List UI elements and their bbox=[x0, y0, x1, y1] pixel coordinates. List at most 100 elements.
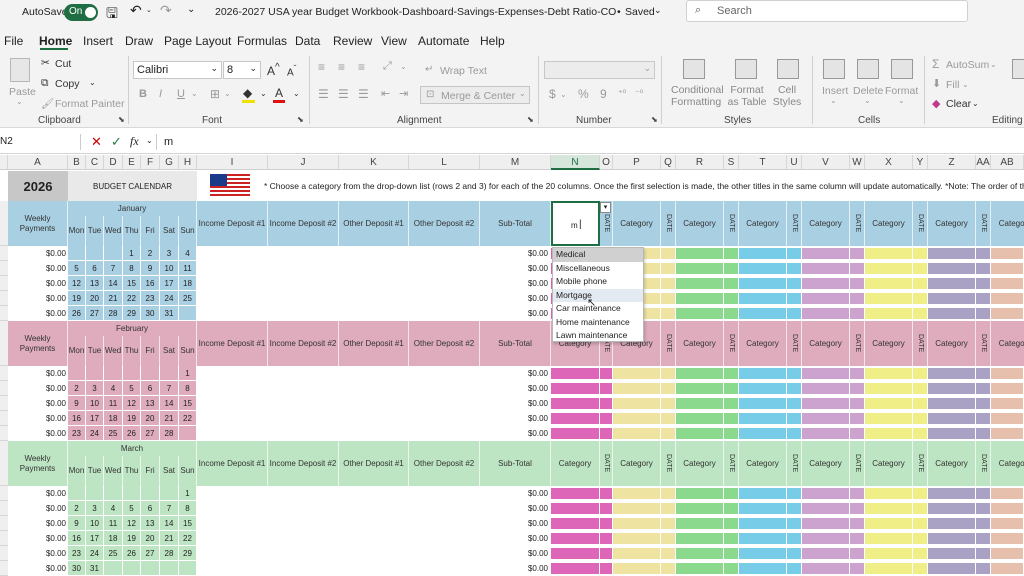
category-fill-cell[interactable] bbox=[928, 293, 976, 304]
category-fill-cell[interactable] bbox=[991, 533, 1024, 544]
category-fill-cell[interactable] bbox=[724, 563, 739, 574]
category-fill-cell[interactable] bbox=[613, 428, 661, 439]
format-painter-button[interactable]: Format Painter bbox=[55, 98, 124, 110]
italic-icon[interactable]: I bbox=[159, 88, 162, 100]
category-fill-cell[interactable] bbox=[913, 308, 928, 319]
category-header[interactable]: Category bbox=[928, 201, 976, 246]
category-fill-cell[interactable] bbox=[661, 383, 676, 394]
category-fill-cell[interactable] bbox=[850, 248, 865, 259]
category-fill-cell[interactable] bbox=[661, 548, 676, 559]
other1-header[interactable]: Other Deposit #1 bbox=[339, 321, 409, 366]
weekday-header[interactable]: Tue bbox=[86, 456, 104, 486]
weekly-amount[interactable]: $0.00 bbox=[8, 504, 66, 513]
align-middle-icon[interactable]: ≡ bbox=[338, 60, 345, 74]
calendar-day[interactable]: 20 bbox=[141, 411, 160, 426]
category-fill-cell[interactable] bbox=[787, 368, 802, 379]
category-fill-cell[interactable] bbox=[600, 413, 613, 424]
category-fill-cell[interactable] bbox=[991, 308, 1024, 319]
date-header[interactable]: DATE bbox=[661, 201, 676, 246]
category-fill-cell[interactable] bbox=[787, 383, 802, 394]
calendar-day[interactable]: 12 bbox=[123, 516, 141, 531]
other1-header[interactable]: Other Deposit #1 bbox=[339, 201, 409, 246]
weekly-amount[interactable]: $0.00 bbox=[8, 294, 66, 303]
category-header[interactable]: Category bbox=[613, 441, 661, 486]
category-fill-cell[interactable] bbox=[802, 308, 850, 319]
category-header[interactable]: Category bbox=[739, 441, 787, 486]
weekday-header[interactable]: Thu bbox=[123, 456, 141, 486]
subtotal-amount[interactable]: $0.00 bbox=[480, 414, 548, 423]
weekly-amount[interactable]: $0.00 bbox=[8, 549, 66, 558]
column-header[interactable]: I bbox=[197, 155, 268, 170]
income2-header[interactable]: Income Deposit #2 bbox=[268, 201, 339, 246]
category-fill-cell[interactable] bbox=[676, 563, 724, 574]
calendar-day[interactable]: 19 bbox=[68, 291, 86, 306]
category-fill-cell[interactable] bbox=[676, 428, 724, 439]
category-fill-cell[interactable] bbox=[976, 503, 991, 514]
category-fill-cell[interactable] bbox=[913, 488, 928, 499]
weekly-amount[interactable]: $0.00 bbox=[8, 249, 66, 258]
tab-view[interactable]: View bbox=[381, 34, 407, 48]
category-fill-cell[interactable] bbox=[802, 518, 850, 529]
category-fill-cell[interactable] bbox=[676, 488, 724, 499]
category-fill-cell[interactable] bbox=[865, 368, 913, 379]
other2-header[interactable]: Other Deposit #2 bbox=[409, 201, 480, 246]
underline-icon[interactable]: U bbox=[177, 88, 185, 100]
category-fill-cell[interactable] bbox=[613, 383, 661, 394]
category-fill-cell[interactable] bbox=[850, 383, 865, 394]
category-fill-cell[interactable] bbox=[865, 278, 913, 289]
category-fill-cell[interactable] bbox=[724, 263, 739, 274]
fill-dropdown-icon[interactable]: ⌄ bbox=[260, 89, 267, 98]
column-header[interactable]: Y bbox=[913, 155, 928, 170]
weekly-amount[interactable]: $0.00 bbox=[8, 414, 66, 423]
date-header[interactable]: DATE bbox=[661, 321, 676, 366]
category-fill-cell[interactable] bbox=[865, 383, 913, 394]
calendar-day[interactable] bbox=[141, 366, 160, 381]
date-header[interactable]: DATE bbox=[913, 441, 928, 486]
category-fill-cell[interactable] bbox=[913, 383, 928, 394]
fx-dropdown-icon[interactable]: ⌄ bbox=[146, 136, 153, 145]
currency-icon[interactable]: $ bbox=[549, 87, 556, 101]
category-fill-cell[interactable] bbox=[865, 503, 913, 514]
weekly-amount[interactable]: $0.00 bbox=[8, 429, 66, 438]
category-fill-cell[interactable] bbox=[613, 518, 661, 529]
category-fill-cell[interactable] bbox=[661, 428, 676, 439]
calendar-day[interactable]: 30 bbox=[68, 561, 86, 576]
row-header[interactable] bbox=[0, 396, 8, 411]
category-header[interactable]: Category bbox=[991, 201, 1024, 246]
category-fill-cell[interactable] bbox=[976, 488, 991, 499]
subtotal-header[interactable]: Sub-Total bbox=[480, 201, 551, 246]
calendar-day[interactable] bbox=[104, 486, 123, 501]
calendar-day[interactable]: 22 bbox=[179, 411, 197, 426]
category-fill-cell[interactable] bbox=[976, 293, 991, 304]
subtotal-amount[interactable]: $0.00 bbox=[480, 399, 548, 408]
category-fill-cell[interactable] bbox=[802, 368, 850, 379]
calendar-day[interactable]: 5 bbox=[123, 501, 141, 516]
category-fill-cell[interactable] bbox=[976, 368, 991, 379]
weekday-header[interactable]: Sun bbox=[179, 336, 197, 366]
calendar-day[interactable] bbox=[86, 366, 104, 381]
align-bottom-icon[interactable]: ≡ bbox=[358, 60, 365, 74]
category-fill-cell[interactable] bbox=[661, 413, 676, 424]
select-all-corner[interactable] bbox=[0, 155, 8, 170]
category-header[interactable]: Category bbox=[991, 321, 1024, 366]
category-fill-cell[interactable] bbox=[802, 413, 850, 424]
category-fill-cell[interactable] bbox=[865, 293, 913, 304]
category-fill-cell[interactable] bbox=[600, 383, 613, 394]
calendar-day[interactable]: 17 bbox=[86, 531, 104, 546]
subtotal-header[interactable]: Sub-Total bbox=[480, 441, 551, 486]
weekday-header[interactable]: Fri bbox=[141, 336, 160, 366]
category-fill-cell[interactable] bbox=[676, 383, 724, 394]
increase-font-icon[interactable]: A^ bbox=[267, 62, 280, 78]
weekday-header[interactable]: Thu bbox=[123, 216, 141, 246]
category-fill-cell[interactable] bbox=[802, 548, 850, 559]
calendar-day[interactable]: 14 bbox=[104, 276, 123, 291]
fill-dropdown-icon[interactable]: ⌄ bbox=[962, 80, 969, 89]
category-header[interactable]: Category bbox=[802, 321, 850, 366]
column-header[interactable]: K bbox=[339, 155, 409, 170]
category-fill-cell[interactable] bbox=[613, 563, 661, 574]
subtotal-amount[interactable]: $0.00 bbox=[480, 384, 548, 393]
income2-header[interactable]: Income Deposit #2 bbox=[268, 441, 339, 486]
category-fill-cell[interactable] bbox=[661, 278, 676, 289]
calendar-day[interactable]: 24 bbox=[86, 546, 104, 561]
other2-header[interactable]: Other Deposit #2 bbox=[409, 441, 480, 486]
